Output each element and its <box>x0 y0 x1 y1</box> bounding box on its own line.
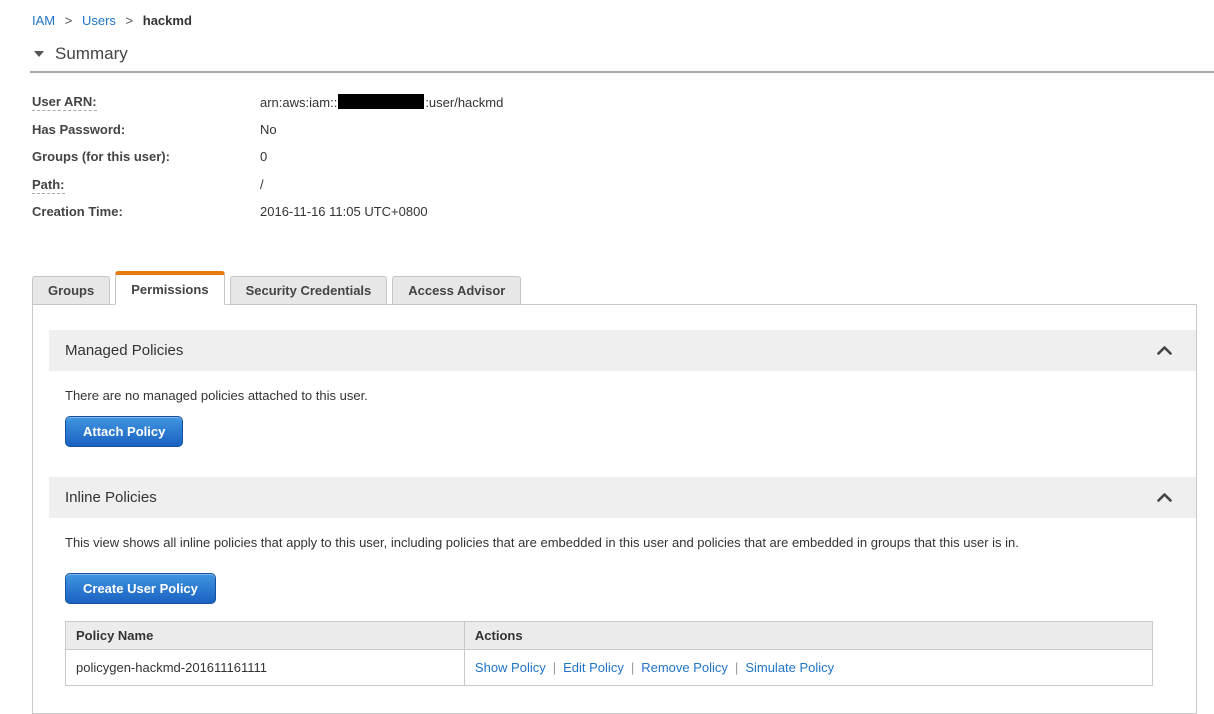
breadcrumb-separator: > <box>125 13 134 28</box>
column-header-policy-name: Policy Name <box>65 620 465 650</box>
summary-title: Summary <box>55 44 128 63</box>
managed-policies-body: There are no managed policies attached t… <box>49 371 1196 477</box>
managed-policies-empty-text: There are no managed policies attached t… <box>65 387 368 403</box>
tab-security-credentials[interactable]: Security Credentials <box>229 275 388 305</box>
policy-name-cell: policygen-hackmd-201611161111 <box>65 648 465 686</box>
managed-policies-section: Managed Policies There are no managed po… <box>49 329 1196 477</box>
field-row-path: Path: / <box>32 171 1214 199</box>
column-header-actions: Actions <box>463 620 1154 650</box>
policy-table: Policy Name Actions policygen-hackmd-201… <box>65 620 1154 686</box>
policy-table-header-row: Policy Name Actions <box>65 620 1154 650</box>
groups-label: Groups (for this user): <box>32 149 170 165</box>
summary-fields: User ARN: arn:aws:iam:::user/hackmd Has … <box>32 88 1214 226</box>
tab-groups[interactable]: Groups <box>32 275 111 305</box>
inline-policies-header[interactable]: Inline Policies <box>49 476 1196 518</box>
path-value: / <box>260 176 264 192</box>
breadcrumb-separator: > <box>64 13 73 28</box>
field-row-has-password: Has Password: No <box>32 116 1214 144</box>
user-arn-value: arn:aws:iam:::user/hackmd <box>260 93 504 110</box>
breadcrumb-link-users[interactable]: Users <box>82 13 116 28</box>
iam-user-page: IAM > Users > hackmd Summary User ARN: a… <box>0 0 1214 714</box>
collapse-triangle-icon[interactable] <box>34 51 44 57</box>
field-row-groups: Groups (for this user): 0 <box>32 143 1214 171</box>
has-password-label: Has Password: <box>32 121 126 137</box>
actions-separator: | <box>552 659 557 675</box>
creation-time-value: 2016-11-16 11:05 UTC+0800 <box>260 204 428 220</box>
groups-value: 0 <box>260 149 268 165</box>
actions-separator: | <box>734 659 739 675</box>
has-password-value: No <box>260 121 277 137</box>
field-row-user-arn: User ARN: arn:aws:iam:::user/hackmd <box>32 88 1214 116</box>
tab-access-advisor[interactable]: Access Advisor <box>392 275 522 305</box>
policy-actions-cell: Show Policy | Edit Policy | Remove Policy | Si… <box>463 648 1154 686</box>
simulate-policy-link[interactable]: Simulate Policy <box>745 660 834 675</box>
managed-policies-title: Managed Policies <box>65 341 184 359</box>
creation-time-label: Creation Time: <box>32 204 123 220</box>
field-row-creation-time: Creation Time: 2016-11-16 11:05 UTC+0800 <box>32 198 1214 226</box>
attach-policy-button[interactable]: Attach Policy <box>65 415 184 447</box>
inline-policies-section: Inline Policies This view shows all inli… <box>49 476 1196 686</box>
breadcrumb: IAM > Users > hackmd <box>0 0 1214 28</box>
summary-section-header[interactable]: Summary <box>34 44 1214 64</box>
redacted-account-id <box>338 93 425 109</box>
collapse-chevron-icon[interactable] <box>1157 492 1172 502</box>
collapse-chevron-icon[interactable] <box>1157 345 1172 355</box>
inline-policies-title: Inline Policies <box>65 488 157 506</box>
inline-policies-body: This view shows all inline policies that… <box>49 518 1196 686</box>
edit-policy-link[interactable]: Edit Policy <box>563 660 624 675</box>
tab-bar: Groups Permissions Security Credentials … <box>32 270 1214 305</box>
actions-separator: | <box>630 659 635 675</box>
policy-table-row: policygen-hackmd-201611161111 Show Polic… <box>65 648 1154 686</box>
create-user-policy-button[interactable]: Create User Policy <box>65 572 216 604</box>
breadcrumb-current-user: hackmd <box>142 13 192 28</box>
inline-policies-description: This view shows all inline policies that… <box>65 534 1019 550</box>
permissions-tab-panel: Managed Policies There are no managed po… <box>32 303 1197 714</box>
tab-permissions[interactable]: Permissions <box>115 270 225 305</box>
managed-policies-header[interactable]: Managed Policies <box>49 329 1196 371</box>
user-arn-label[interactable]: User ARN: <box>32 94 260 112</box>
summary-divider <box>30 71 1214 73</box>
show-policy-link[interactable]: Show Policy <box>475 660 546 675</box>
path-label[interactable]: Path: <box>32 176 260 194</box>
breadcrumb-link-iam[interactable]: IAM <box>32 13 55 28</box>
remove-policy-link[interactable]: Remove Policy <box>641 660 728 675</box>
